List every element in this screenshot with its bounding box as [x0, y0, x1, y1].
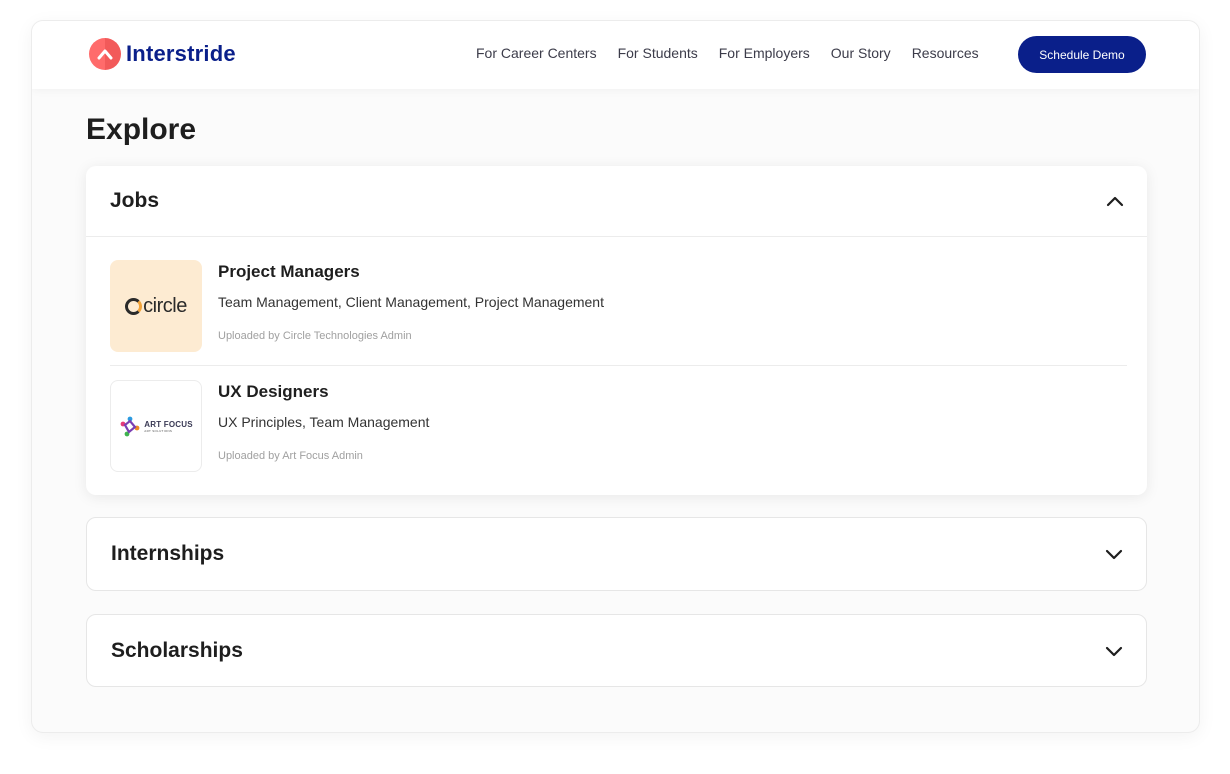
job-uploaded-by: Uploaded by Circle Technologies Admin	[218, 330, 412, 342]
nav-for-career-centers[interactable]: For Career Centers	[476, 45, 597, 61]
page-title: Explore	[86, 113, 197, 146]
chevron-up-icon[interactable]	[1105, 194, 1125, 208]
schedule-demo-button[interactable]: Schedule Demo	[1018, 36, 1146, 73]
circle-logo-text: circle	[143, 294, 187, 317]
job-list-item[interactable]: ART FOCUS ART SOLUTIONS UX Designers UX …	[110, 380, 1126, 472]
circle-logo-icon	[125, 297, 143, 315]
chevron-down-icon[interactable]	[1104, 644, 1124, 658]
brand-logo[interactable]: Interstride	[89, 38, 236, 70]
circle-company-logo: circle	[110, 260, 202, 352]
internships-section-title: Internships	[111, 542, 225, 565]
site-header: Interstride For Career Centers For Stude…	[32, 21, 1199, 89]
nav-resources[interactable]: Resources	[912, 45, 979, 61]
brand-name: Interstride	[126, 41, 236, 66]
art-focus-logo-text: ART FOCUS	[144, 419, 193, 429]
jobs-section-title: Jobs	[110, 189, 160, 212]
art-focus-logo-subtext: ART SOLUTIONS	[144, 428, 173, 433]
job-skills: UX Principles, Team Management	[218, 414, 430, 430]
scholarships-section-title: Scholarships	[111, 639, 243, 662]
job-list-item[interactable]: circle Project Managers Team Management,…	[110, 260, 1126, 352]
jobs-divider	[86, 236, 1147, 237]
art-focus-company-logo: ART FOCUS ART SOLUTIONS	[110, 380, 202, 472]
chevron-down-icon[interactable]	[1104, 547, 1124, 561]
job-title[interactable]: Project Managers	[218, 262, 360, 282]
jobs-accordion-header[interactable]: Jobs	[86, 166, 1147, 236]
main-nav: For Career Centers For Students For Empl…	[476, 45, 979, 61]
job-skills: Team Management, Client Management, Proj…	[218, 294, 604, 310]
interstride-logo-icon	[89, 38, 121, 70]
jobs-accordion: Jobs circle Project Managers Team Manage…	[86, 166, 1147, 495]
scholarships-accordion-header[interactable]: Scholarships	[87, 615, 1146, 687]
job-title[interactable]: UX Designers	[218, 382, 329, 402]
scholarships-accordion: Scholarships	[86, 614, 1147, 687]
browser-frame: Interstride For Career Centers For Stude…	[31, 20, 1200, 733]
nav-for-students[interactable]: For Students	[618, 45, 698, 61]
internships-accordion: Internships	[86, 517, 1147, 591]
internships-accordion-header[interactable]: Internships	[87, 518, 1146, 590]
art-focus-logo-icon	[120, 416, 140, 437]
nav-for-employers[interactable]: For Employers	[719, 45, 810, 61]
nav-our-story[interactable]: Our Story	[831, 45, 891, 61]
job-uploaded-by: Uploaded by Art Focus Admin	[218, 450, 363, 462]
job-separator	[110, 365, 1127, 366]
